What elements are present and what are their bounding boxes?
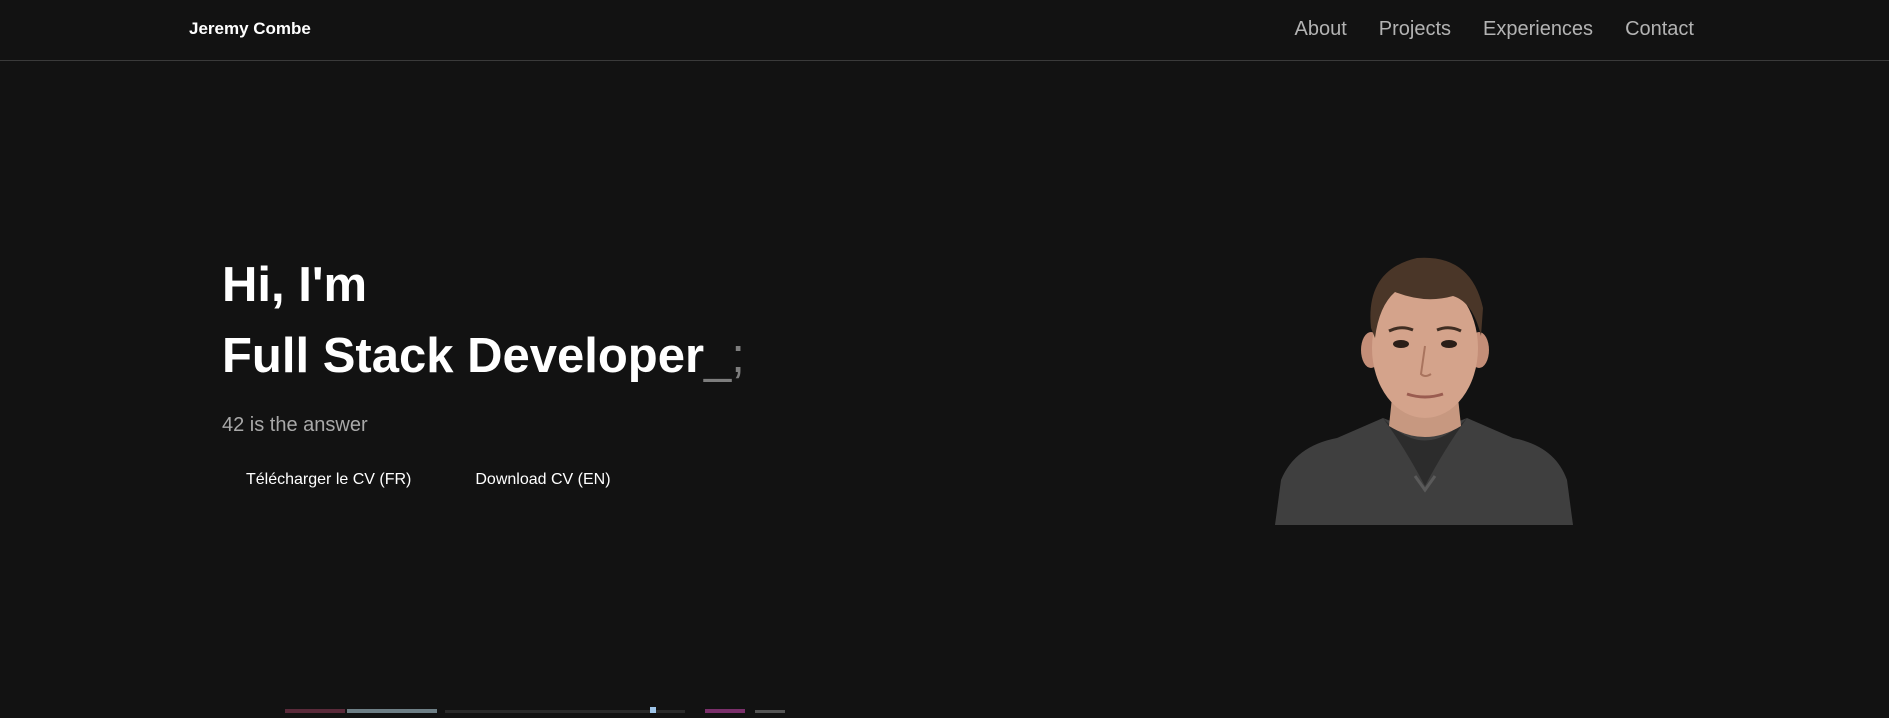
brand-logo-text[interactable]: Jeremy Combe <box>189 19 311 39</box>
hero-role-line: Full Stack Developer_; <box>222 321 745 392</box>
cv-buttons: Télécharger le CV (FR) Download CV (EN) <box>222 471 745 489</box>
nav-link-experiences[interactable]: Experiences <box>1483 18 1593 41</box>
nav-link-about[interactable]: About <box>1294 18 1346 41</box>
nav-link-projects[interactable]: Projects <box>1379 18 1451 41</box>
nav-link-contact[interactable]: Contact <box>1625 18 1694 41</box>
profile-photo <box>1275 248 1573 525</box>
nav-links: About Projects Experiences Contact <box>1294 18 1694 41</box>
download-cv-en-button[interactable]: Download CV (EN) <box>475 471 610 489</box>
hero-role: Full Stack Developer <box>222 329 705 383</box>
typing-cursor: _; <box>704 329 745 383</box>
download-cv-fr-button[interactable]: Télécharger le CV (FR) <box>246 471 411 489</box>
hero-section: Hi, I'm Full Stack Developer_; 42 is the… <box>222 250 745 489</box>
portrait-illustration <box>1275 257 1573 525</box>
hero-tagline: 42 is the answer <box>222 414 368 436</box>
navbar: Jeremy Combe About Projects Experiences … <box>0 0 1889 61</box>
hero-greeting: Hi, I'm <box>222 258 368 312</box>
next-section-preview <box>285 700 795 713</box>
